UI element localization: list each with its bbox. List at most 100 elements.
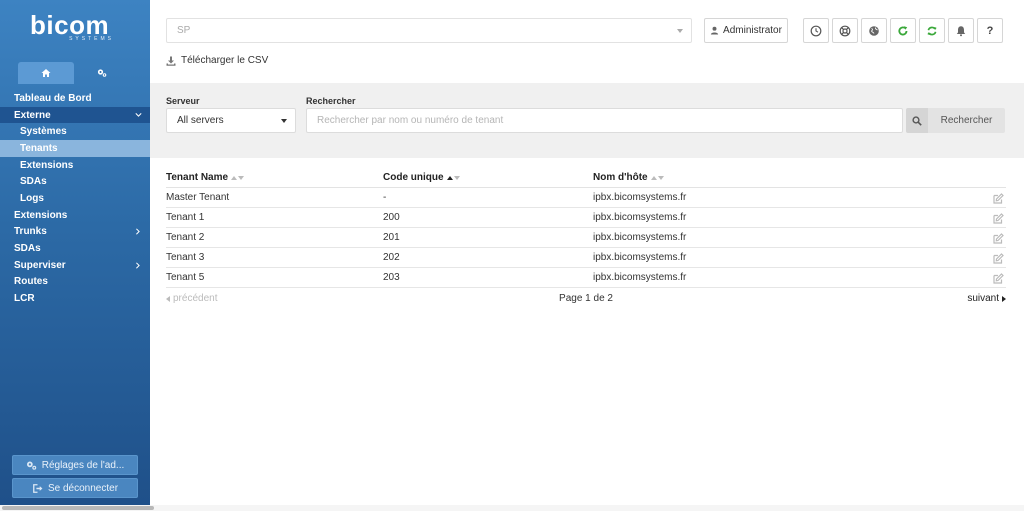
search-input[interactable] [306,108,903,133]
next-page-link[interactable]: suivant [967,293,1006,304]
sidebar-item-label: Trunks [14,226,47,238]
column-header-label: Code unique [383,172,444,183]
tab-settings[interactable] [74,62,130,84]
gears-icon [97,69,107,77]
language-button[interactable] [861,18,887,43]
user-name: Administrator [723,25,782,36]
sidebar-item-sdas[interactable]: SDAs [0,240,150,257]
logo-wordmark: bicom [30,10,110,40]
sidebar-item-extensions[interactable]: Extensions [0,207,150,224]
edit-icon[interactable] [993,193,1004,204]
tenants-table: Tenant Name Code unique Nom d'hôte Maste… [166,168,1006,288]
sidebar-item-tenants[interactable]: Tenants [0,140,150,157]
support-button[interactable] [832,18,858,43]
chevron-right-icon [136,262,140,269]
table-row[interactable]: Tenant 1 200 ipbx.bicomsystems.fr [166,208,1006,228]
bell-icon [956,25,966,36]
server-select[interactable]: All servers [166,108,296,133]
home-icon [41,69,51,77]
download-csv-label: Télécharger le CSV [181,55,269,66]
tenant-select[interactable]: SP [166,18,692,43]
sidebar-item-trunks[interactable]: Trunks [0,224,150,241]
table-row[interactable]: Tenant 3 202 ipbx.bicomsystems.fr [166,248,1006,268]
user-menu-button[interactable]: Administrator [704,18,788,43]
tenant-select-value: SP [177,25,191,36]
sidebar-item-label: Tableau de Bord [14,92,92,104]
sidebar-item-tableau-de-bord[interactable]: Tableau de Bord [0,90,150,107]
table-row[interactable]: Master Tenant - ipbx.bicomsystems.fr [166,188,1006,208]
scrollbar-thumb[interactable] [2,506,154,510]
sign-out-icon [33,483,43,493]
clock-button[interactable] [803,18,829,43]
cell-hostname: ipbx.bicomsystems.fr [593,212,687,223]
sidebar-item-systemes[interactable]: Systèmes [0,123,150,140]
search-icon [912,115,922,126]
sidebar-item-label: Extensions [20,159,74,171]
next-page-label: suivant [967,293,999,304]
edit-icon[interactable] [993,233,1004,244]
caret-down-icon [281,119,287,123]
download-csv-link[interactable]: Télécharger le CSV [166,55,268,66]
edit-icon[interactable] [993,253,1004,264]
search-icon-button[interactable] [906,108,928,133]
refresh-button[interactable] [919,18,945,43]
cell-tenant-name: Tenant 2 [166,232,205,243]
sort-icon [650,175,664,180]
cell-tenant-name: Tenant 1 [166,212,205,223]
sidebar-item-sdas-sub[interactable]: SDAs [0,173,150,190]
sidebar-item-logs[interactable]: Logs [0,190,150,207]
admin-settings-button[interactable]: Réglages de l'ad... [12,455,138,475]
edit-icon[interactable] [993,273,1004,284]
cell-tenant-name: Master Tenant [166,192,230,203]
tab-home[interactable] [18,62,74,84]
sidebar-item-label: Extensions [14,209,68,221]
notifications-button[interactable] [948,18,974,43]
column-header-tenant-name[interactable]: Tenant Name [166,172,383,183]
column-header-code-unique[interactable]: Code unique [383,172,593,183]
cell-tenant-name: Tenant 3 [166,252,205,263]
sidebar: bicom SYSTEMS Tableau de Bord Externe Sy… [0,0,150,505]
clock-icon [810,25,822,36]
sidebar-item-label: Superviser [14,259,66,271]
cell-hostname: ipbx.bicomsystems.fr [593,192,687,203]
help-icon: ? [986,24,994,37]
search-label: Rechercher [306,96,356,106]
column-header-label: Nom d'hôte [593,172,648,183]
caret-right-icon [1002,295,1006,302]
cell-code: - [383,192,387,203]
table-row[interactable]: Tenant 5 203 ipbx.bicomsystems.fr [166,268,1006,288]
sidebar-item-label: Systèmes [20,126,67,138]
search-button[interactable]: Rechercher [928,108,1005,133]
sidebar-item-label: Tenants [20,142,58,154]
logout-label: Se déconnecter [47,482,119,494]
help-button[interactable]: ? [977,18,1003,43]
cell-code: 202 [383,252,400,263]
cell-tenant-name: Tenant 5 [166,272,205,283]
sidebar-item-lcr[interactable]: LCR [0,290,150,307]
caret-down-icon [677,29,683,33]
sort-ascending-icon [446,175,460,180]
server-select-value: All servers [177,115,224,126]
sidebar-item-label: SDAs [20,176,47,188]
refresh-icon [927,26,937,35]
server-label: Serveur [166,96,200,106]
admin-settings-label: Réglages de l'ad... [41,459,125,471]
sidebar-item-externe[interactable]: Externe [0,106,150,124]
edit-icon[interactable] [993,213,1004,224]
column-header-hostname[interactable]: Nom d'hôte [593,172,973,183]
pagination: précédent Page 1 de 2 suivant [166,293,1006,307]
sidebar-item-routes[interactable]: Routes [0,274,150,291]
filter-panel: Serveur Rechercher All servers Recherche… [150,83,1024,158]
reload-button[interactable] [890,18,916,43]
sidebar-item-superviser[interactable]: Superviser [0,257,150,274]
cell-code: 203 [383,272,400,283]
user-icon [710,26,719,35]
horizontal-scrollbar[interactable] [0,505,1024,511]
table-row[interactable]: Tenant 2 201 ipbx.bicomsystems.fr [166,228,1006,248]
lifebuoy-icon [839,25,851,36]
sidebar-item-label: Routes [14,276,48,288]
cell-code: 200 [383,212,400,223]
sidebar-item-extensions-sub[interactable]: Extensions [0,157,150,174]
logout-button[interactable]: Se déconnecter [12,478,138,498]
bicom-logo[interactable]: bicom SYSTEMS [30,12,120,46]
